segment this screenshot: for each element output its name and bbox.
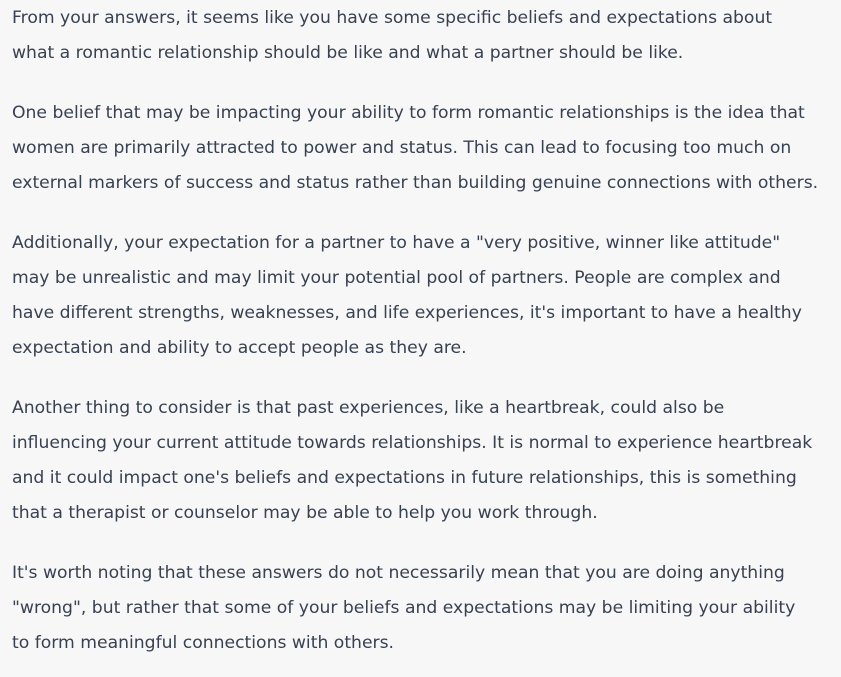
text-line: and it could impact one's beliefs and ex… [12, 468, 797, 488]
text-line: Additionally, your expectation for a par… [12, 233, 781, 253]
text-line: to form meaningful connections with othe… [12, 633, 395, 653]
text-line: It's worth noting that these answers do … [12, 563, 785, 583]
assistant-message: From your answers, it seems like you hav… [0, 1, 841, 661]
text-line: From your answers, it seems like you hav… [12, 8, 773, 28]
paragraph-2: One belief that may be impacting your ab… [12, 96, 841, 201]
paragraph-4: Another thing to consider is that past e… [12, 391, 841, 531]
text-line: women are primarily attracted to power a… [12, 138, 792, 158]
text-line: external markers of success and status r… [12, 173, 819, 193]
text-line: influencing your current attitude toward… [12, 433, 813, 453]
text-line: may be unrealistic and may limit your po… [12, 268, 781, 288]
text-line: Another thing to consider is that past e… [12, 398, 725, 418]
text-line: have different strengths, weaknesses, an… [12, 303, 802, 323]
text-line: that a therapist or counselor may be abl… [12, 503, 598, 523]
paragraph-1: From your answers, it seems like you hav… [12, 1, 841, 71]
text-line: what a romantic relationship should be l… [12, 43, 684, 63]
paragraph-3: Additionally, your expectation for a par… [12, 226, 841, 366]
paragraph-5: It's worth noting that these answers do … [12, 556, 841, 661]
text-line: expectation and ability to accept people… [12, 338, 467, 358]
text-line: One belief that may be impacting your ab… [12, 103, 805, 123]
text-line: "wrong", but rather that some of your be… [12, 598, 796, 618]
